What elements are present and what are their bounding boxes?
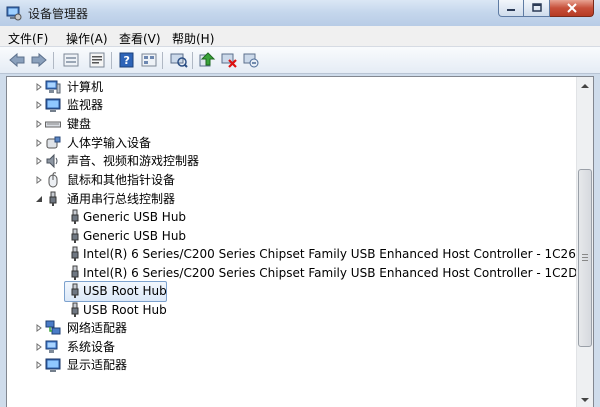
uninstall-icon[interactable]	[242, 52, 260, 68]
display-icon	[45, 358, 61, 372]
usb-device-label: Generic USB Hub	[83, 210, 187, 224]
title-bar[interactable]: 设备管理器	[0, 0, 600, 26]
device-manager-window: 设备管理器 文件(F) 操作(A) 查看(V) 帮助(H) ? 计算机 监视器 …	[0, 0, 600, 407]
tree-item-label: 键盘	[67, 117, 92, 131]
scroll-down-button[interactable]	[577, 391, 593, 407]
scroll-thumb[interactable]	[578, 169, 592, 347]
toolbar-separator	[53, 52, 54, 69]
usb-device-label: USB Root Hub	[83, 303, 167, 317]
menu-view[interactable]: 查看(V)	[119, 30, 161, 47]
expand-arrow-icon[interactable]	[35, 101, 43, 109]
keyboard-icon	[45, 121, 61, 128]
toolbar-separator	[162, 52, 163, 69]
usb-device-label: Generic USB Hub	[83, 229, 187, 243]
usb-controller-icon	[49, 191, 57, 206]
help-icon[interactable]: ?	[118, 52, 136, 68]
maximize-button[interactable]	[524, 0, 550, 17]
expand-arrow-icon[interactable]	[35, 120, 43, 128]
device-manager-icon	[6, 6, 22, 21]
tree-item-label: 通用串行总线控制器	[67, 192, 176, 206]
collapse-arrow-icon[interactable]	[35, 195, 43, 203]
window-title: 设备管理器	[28, 7, 89, 21]
expand-arrow-icon[interactable]	[35, 343, 43, 351]
update-driver-icon[interactable]	[198, 52, 216, 68]
tree-item-label: 监视器	[67, 98, 104, 112]
disable-icon[interactable]	[220, 52, 238, 68]
sound-icon	[46, 153, 58, 169]
tree-item-label: 系统设备	[67, 340, 116, 354]
properties-icon[interactable]	[88, 52, 106, 68]
expand-arrow-icon[interactable]	[35, 361, 43, 369]
mouse-icon	[48, 172, 58, 188]
toolbar-separator	[192, 52, 193, 69]
menu-file[interactable]: 文件(F)	[8, 30, 48, 47]
vertical-scrollbar[interactable]	[576, 77, 593, 407]
usb-device-icon	[71, 302, 79, 317]
system-icon	[45, 340, 58, 353]
view-icon[interactable]	[140, 52, 158, 68]
expand-arrow-icon[interactable]	[35, 324, 43, 332]
up-icon[interactable]	[62, 52, 80, 68]
minimize-button[interactable]	[498, 0, 524, 17]
expand-arrow-icon[interactable]	[35, 83, 43, 91]
maximize-icon	[531, 3, 542, 12]
minimize-icon	[507, 9, 515, 11]
tree-item-label: 显示适配器	[67, 358, 128, 372]
close-icon	[566, 3, 577, 13]
usb-device-icon	[71, 228, 79, 243]
scroll-up-icon	[581, 83, 589, 88]
expand-arrow-icon[interactable]	[35, 176, 43, 184]
usb-device-icon	[71, 246, 79, 261]
expand-arrow-icon[interactable]	[35, 157, 43, 165]
expand-arrow-icon[interactable]	[35, 139, 43, 147]
scroll-up-button[interactable]	[577, 77, 593, 94]
usb-device-label: Intel(R) 6 Series/C200 Series Chipset Fa…	[83, 266, 578, 280]
toolbar: ?	[0, 47, 600, 74]
tree-item-label: 人体学输入设备	[67, 136, 152, 150]
usb-device-icon	[71, 209, 79, 224]
usb-device-label: Intel(R) 6 Series/C200 Series Chipset Fa…	[83, 247, 576, 261]
svg-text:?: ?	[124, 54, 130, 67]
forward-icon[interactable]	[30, 52, 48, 68]
scroll-down-icon	[581, 397, 589, 402]
monitor-icon	[45, 98, 61, 112]
computer-icon	[45, 80, 61, 94]
menu-action[interactable]: 操作(A)	[66, 30, 108, 47]
back-icon[interactable]	[8, 52, 26, 68]
tree-item-label: 计算机	[67, 80, 104, 94]
hid-icon	[46, 136, 61, 149]
usb-device-icon	[71, 283, 79, 298]
tree-item-label: 鼠标和其他指针设备	[67, 173, 176, 187]
scan-hardware-icon[interactable]	[170, 52, 188, 68]
usb-device-label: USB Root Hub	[83, 284, 167, 298]
device-tree[interactable]: 计算机 监视器 键盘 人体学输入设备 声音、视频和游戏控制器 鼠标和其他指针设备	[6, 76, 594, 407]
close-button[interactable]	[550, 0, 594, 17]
toolbar-separator	[111, 52, 112, 69]
tree-item-label: 网络适配器	[67, 321, 128, 335]
network-icon	[45, 320, 61, 335]
tree-item-label: 声音、视频和游戏控制器	[67, 154, 200, 168]
menu-help[interactable]: 帮助(H)	[172, 30, 214, 47]
usb-device-icon	[71, 265, 79, 280]
menu-bar: 文件(F) 操作(A) 查看(V) 帮助(H)	[0, 26, 600, 47]
caption-buttons	[498, 0, 594, 18]
